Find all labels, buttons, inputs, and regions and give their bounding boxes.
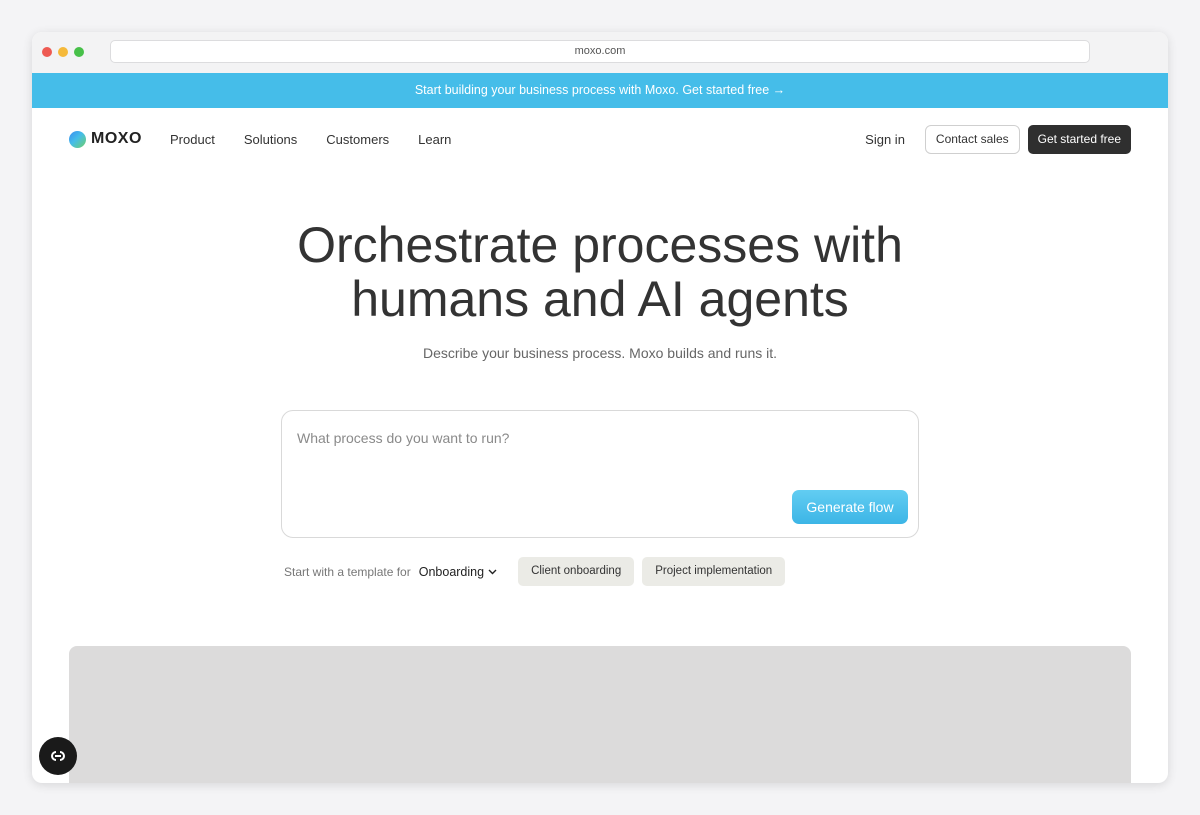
template-row: Start with a template for Onboarding Cli… [284,557,793,586]
browser-chrome: moxo.com [32,32,1168,73]
nav-link-customers[interactable]: Customers [326,132,389,147]
hero-subtitle: Describe your business process. Moxo bui… [422,345,778,361]
prompt-placeholder: What process do you want to run? [297,430,510,446]
sign-in-link[interactable]: Sign in [865,132,905,147]
promo-banner[interactable]: Start building your business process wit… [32,73,1168,108]
nav-link-learn[interactable]: Learn [418,132,451,147]
hero-title-line2: humans and AI agents [351,271,849,327]
product-preview [69,646,1131,783]
maximize-window-icon[interactable] [74,47,84,57]
get-started-button[interactable]: Get started free [1027,125,1131,154]
nav-links: Product Solutions Customers Learn [170,132,451,147]
template-category-value: Onboarding [418,564,485,579]
template-chip-project-implementation[interactable]: Project implementation [642,557,786,586]
template-category-select[interactable]: Onboarding [419,565,497,579]
template-chip-client-onboarding[interactable]: Client onboarding [518,557,635,586]
minimize-window-icon[interactable] [58,47,68,57]
chevron-down-icon [488,569,497,574]
moxo-logo-icon [69,130,86,148]
close-window-icon[interactable] [42,47,52,57]
process-prompt-input[interactable]: What process do you want to run? Generat… [281,410,919,538]
hero-title-line1: Orchestrate processes with [297,217,903,273]
contact-sales-button[interactable]: Contact sales [924,125,1020,154]
template-label: Start with a template for [284,564,411,579]
chat-widget-button[interactable] [39,737,77,775]
hero-title: Orchestrate processes with humans and AI… [32,218,1168,326]
logo[interactable]: MOXO [69,130,142,148]
generate-flow-button[interactable]: Generate flow [792,490,908,524]
top-nav: MOXO Product Solutions Customers Learn S… [32,108,1168,172]
address-bar[interactable]: moxo.com [110,40,1090,63]
chat-widget-icon [51,751,65,761]
nav-link-product[interactable]: Product [170,132,215,147]
nav-actions: Sign in Contact sales Get started free [865,125,1131,154]
browser-window: moxo.com Start building your business pr… [32,32,1168,783]
nav-link-solutions[interactable]: Solutions [244,132,297,147]
logo-text: MOXO [91,130,142,147]
